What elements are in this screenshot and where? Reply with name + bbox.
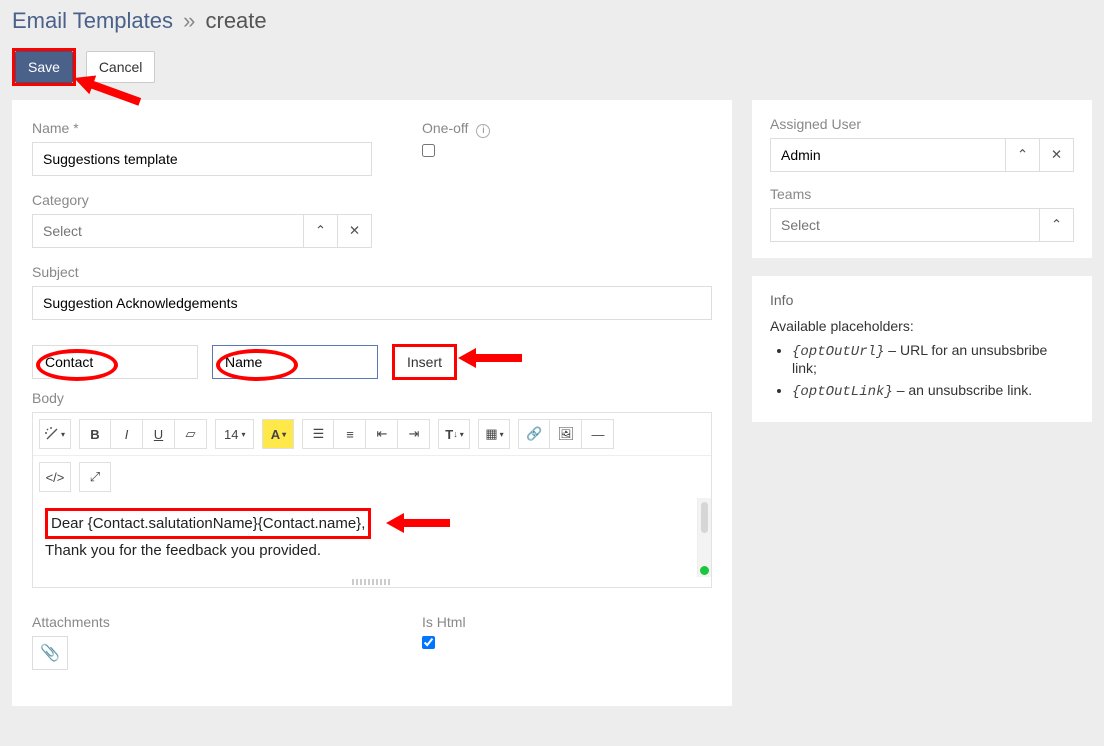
info-icon: i: [476, 124, 490, 138]
action-toolbar: Save Cancel: [12, 48, 1092, 86]
body-line-2: Thank you for the feedback you provided.: [45, 539, 699, 562]
paperclip-icon: 📎: [40, 643, 60, 663]
info-placeholder-list: {optOutUrl} – URL for an unsubsbribe lin…: [770, 342, 1074, 400]
tb-clear[interactable]: ▱: [175, 419, 207, 449]
tb-outdent[interactable]: ⇤: [366, 419, 398, 449]
tb-image[interactable]: 🖼: [550, 419, 582, 449]
tb-indent[interactable]: ⇥: [398, 419, 430, 449]
breadcrumb-current: create: [206, 8, 267, 33]
subject-input[interactable]: [32, 286, 712, 320]
editor-toolbar: ▾ B I U ▱ 14▾ A▾: [33, 413, 711, 456]
category-select-button[interactable]: ⌃: [304, 214, 338, 248]
caret-down-icon: ▾: [282, 430, 286, 439]
tb-fontcolor[interactable]: A▾: [262, 419, 294, 449]
outdent-icon: ⇤: [377, 426, 388, 442]
eraser-icon: ▱: [186, 426, 196, 442]
teams-label: Teams: [770, 186, 1074, 202]
teams-select-button[interactable]: ⌃: [1040, 208, 1074, 242]
tb-ol[interactable]: ≡: [334, 419, 366, 449]
breadcrumb-root-link[interactable]: Email Templates: [12, 8, 173, 33]
close-icon: ✕: [1051, 147, 1062, 163]
oneoff-label: One-off i: [422, 120, 490, 138]
assigned-user-input[interactable]: [770, 138, 1006, 172]
category-input[interactable]: [32, 214, 304, 248]
image-icon: 🖼: [558, 426, 575, 442]
subject-label: Subject: [32, 264, 712, 280]
link-icon: 🔗: [526, 426, 542, 442]
editor-scrollbar[interactable]: [697, 498, 711, 577]
tb-ul[interactable]: ☰: [302, 419, 334, 449]
tb-magic[interactable]: ▾: [39, 419, 71, 449]
caret-down-icon: ▾: [61, 430, 65, 439]
list-ul-icon: ☰: [313, 426, 325, 442]
save-button[interactable]: Save: [15, 51, 73, 83]
chevron-up-icon: ⌃: [1017, 147, 1028, 163]
tb-heading[interactable]: T↓▾: [438, 419, 470, 449]
tb-link[interactable]: 🔗: [518, 419, 550, 449]
tb-hr[interactable]: —: [582, 419, 614, 449]
grammar-indicator-icon: [700, 566, 709, 575]
close-icon: ✕: [349, 223, 360, 239]
magic-icon: [45, 427, 59, 441]
ishtml-label: Is Html: [422, 614, 466, 630]
tb-underline[interactable]: U: [143, 419, 175, 449]
attachments-button[interactable]: 📎: [32, 636, 68, 670]
body-label: Body: [32, 390, 712, 406]
oneoff-checkbox[interactable]: [422, 144, 435, 157]
breadcrumb: Email Templates » create: [12, 0, 1092, 48]
chevron-up-icon: ⌃: [315, 223, 326, 239]
insert-button[interactable]: Insert: [395, 347, 454, 377]
body-line-1: Dear {Contact.salutationName}{Contact.na…: [45, 508, 371, 539]
info-item: {optOutUrl} – URL for an unsubsbribe lin…: [792, 342, 1074, 376]
chevron-up-icon: ⌃: [1051, 217, 1062, 233]
caret-down-icon: ▾: [460, 430, 464, 439]
ishtml-checkbox[interactable]: [422, 636, 435, 649]
fullscreen-icon: ⤢: [90, 469, 100, 485]
tb-italic[interactable]: I: [111, 419, 143, 449]
info-item: {optOutLink} – an unsubscribe link.: [792, 382, 1074, 400]
assigned-user-select-button[interactable]: ⌃: [1006, 138, 1040, 172]
category-clear-button[interactable]: ✕: [338, 214, 372, 248]
teams-input[interactable]: [770, 208, 1040, 242]
assigned-user-clear-button[interactable]: ✕: [1040, 138, 1074, 172]
info-intro: Available placeholders:: [770, 318, 1074, 334]
indent-icon: ⇥: [409, 426, 420, 442]
annotation-arrow-insert: [458, 346, 528, 376]
name-input[interactable]: [32, 142, 372, 176]
main-form-panel: Name * One-off i Category ⌃ ✕: [12, 100, 732, 706]
editor-content[interactable]: Dear {Contact.salutationName}{Contact.na…: [33, 498, 711, 577]
caret-down-icon: ▾: [500, 430, 504, 439]
tb-codeview[interactable]: </>: [39, 462, 71, 492]
tb-table[interactable]: ▦▾: [478, 419, 510, 449]
info-heading: Info: [770, 292, 1074, 308]
cancel-button[interactable]: Cancel: [86, 51, 156, 83]
list-ol-icon: ≡: [346, 427, 354, 442]
body-editor: ▾ B I U ▱ 14▾ A▾: [32, 412, 712, 588]
placeholder-entity-select[interactable]: Contact: [32, 345, 198, 379]
editor-resize-handle[interactable]: [352, 579, 392, 585]
placeholder-field-select[interactable]: Name: [212, 345, 378, 379]
annotation-arrow-body: [386, 511, 456, 537]
tb-fontsize[interactable]: 14▾: [215, 419, 254, 449]
tb-bold[interactable]: B: [79, 419, 111, 449]
side-panel-assignment: Assigned User ⌃ ✕ Teams ⌃: [752, 100, 1092, 258]
attachments-label: Attachments: [32, 614, 372, 630]
table-icon: ▦: [485, 426, 497, 442]
hr-icon: —: [591, 427, 604, 442]
name-label: Name *: [32, 120, 372, 136]
tb-fullscreen[interactable]: ⤢: [79, 462, 111, 492]
assigned-user-label: Assigned User: [770, 116, 1074, 132]
side-panel-info: Info Available placeholders: {optOutUrl}…: [752, 276, 1092, 422]
breadcrumb-separator: »: [183, 8, 195, 33]
category-label: Category: [32, 192, 372, 208]
caret-down-icon: ▾: [241, 430, 245, 439]
